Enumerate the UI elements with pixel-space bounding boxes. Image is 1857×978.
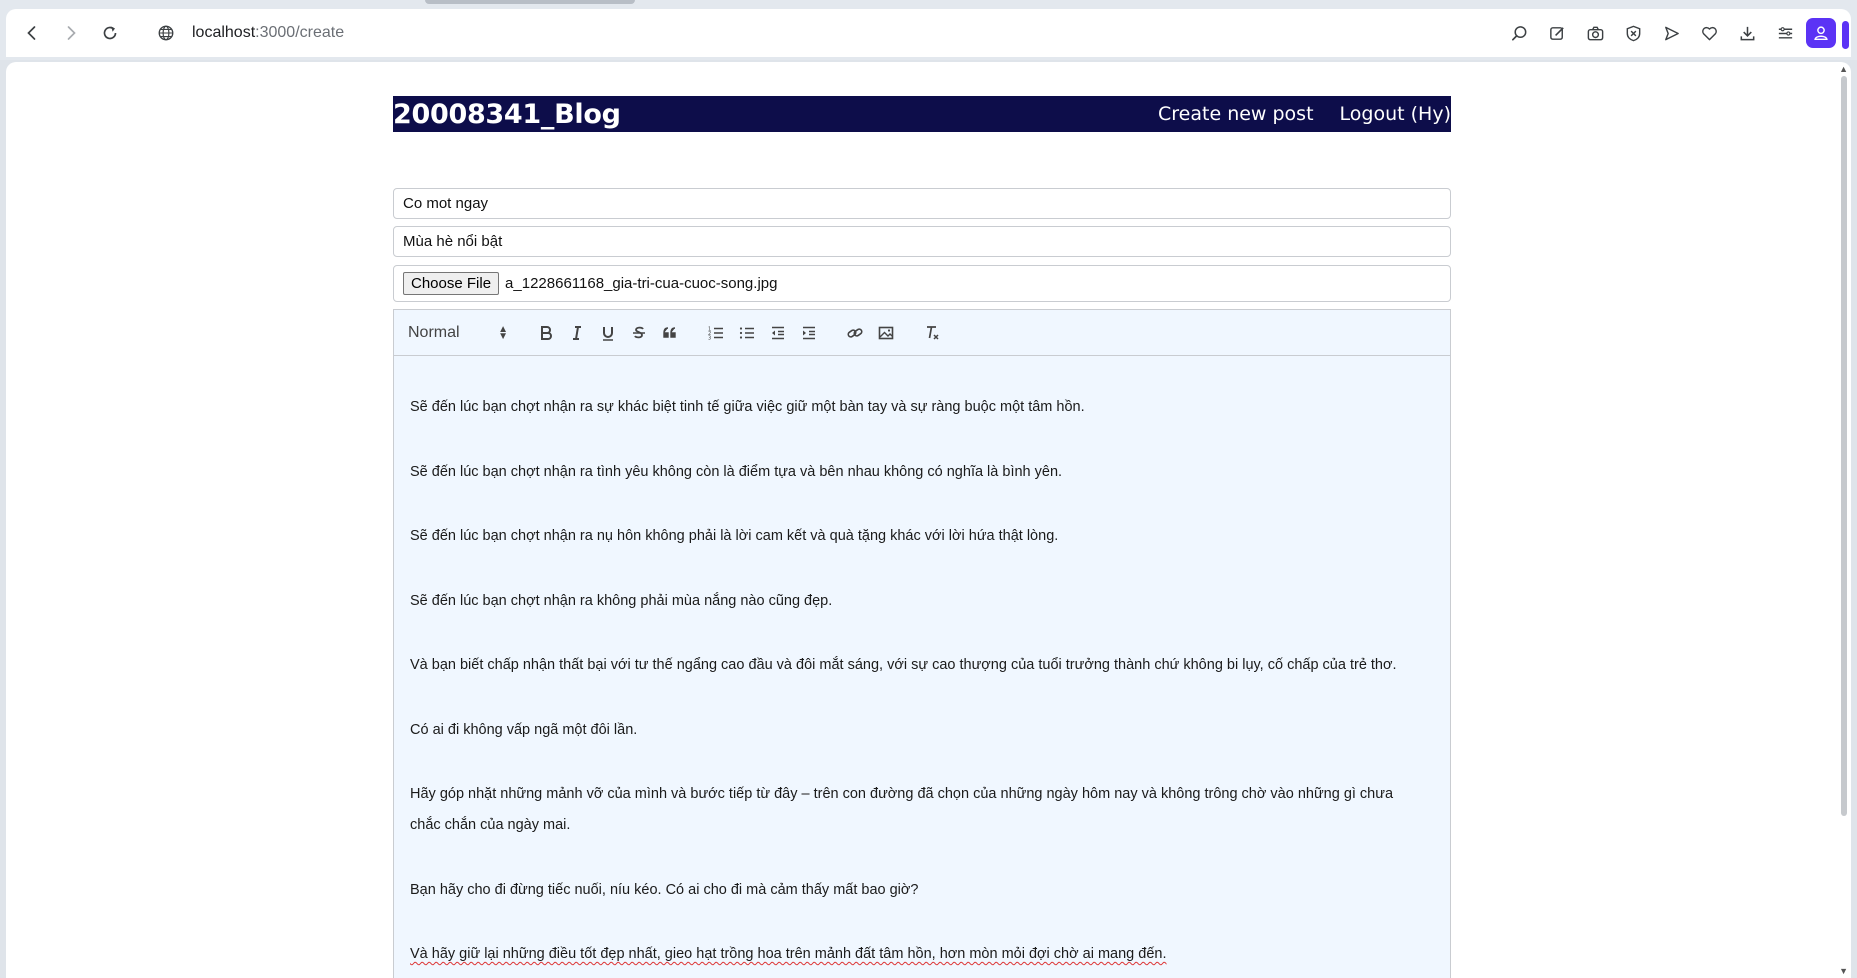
editor-paragraph: Bạn hãy cho đi đừng tiếc nuối, níu kéo. …	[410, 881, 919, 898]
header-picker-label: Normal	[408, 323, 460, 341]
link-button[interactable]	[841, 320, 869, 346]
file-name: a_1228661168_gia-tri-cua-cuoc-song.jpg	[505, 275, 778, 292]
browser-toolbar: localhost:3000/create	[6, 9, 1851, 57]
description-input-value: Mùa hè nổi bật	[403, 233, 503, 250]
url-host: localhost	[192, 24, 256, 41]
italic-icon	[573, 325, 581, 340]
header-picker[interactable]: Normal ▲ ▼	[408, 324, 508, 342]
underline-icon	[603, 326, 613, 341]
forward-button[interactable]	[57, 19, 85, 47]
title-input[interactable]: Co mot ngay	[393, 188, 1451, 219]
choose-file-button[interactable]: Choose File	[403, 272, 500, 295]
title-input-value: Co mot ngay	[403, 195, 489, 212]
browser-chrome: localhost:3000/create	[0, 0, 1857, 60]
bold-button[interactable]	[532, 320, 560, 346]
brand-title[interactable]: 20008341_Blog	[393, 99, 621, 130]
clean-button[interactable]	[918, 320, 946, 346]
editor-paragraph: Và hãy giữ lại những điều tốt đẹp nhất, …	[410, 946, 1167, 962]
back-button[interactable]	[18, 19, 46, 47]
bold-icon	[541, 325, 552, 340]
profile-button[interactable]	[1806, 18, 1836, 48]
shield-x-icon[interactable]	[1619, 19, 1647, 47]
italic-button[interactable]	[563, 320, 591, 346]
picker-arrows-icon: ▲ ▼	[498, 323, 508, 342]
indent-icon	[803, 326, 815, 339]
back-icon	[27, 26, 36, 40]
outdent-button[interactable]	[764, 320, 792, 346]
link-icon	[847, 327, 863, 338]
site-header: 20008341_Blog Create new post Logout (Hy…	[393, 96, 1451, 132]
image-button[interactable]	[872, 320, 900, 346]
indent-button[interactable]	[795, 320, 823, 346]
page-scrollbar[interactable]: ▲ ▼	[1835, 62, 1851, 978]
editor-paragraph: Sẽ đến lúc bạn chợt nhận ra sự khác biệt…	[410, 399, 1085, 415]
editor-paragraph: Có ai đi không vấp ngã một đôi lần.	[410, 721, 638, 738]
header-nav: Create new post Logout (Hy)	[1158, 103, 1451, 125]
address-bar[interactable]: localhost:3000/create	[146, 17, 1446, 49]
underline-button[interactable]	[594, 320, 622, 346]
active-tab-edge	[425, 0, 635, 4]
extension-icons	[1505, 19, 1799, 47]
reload-button[interactable]	[96, 19, 124, 47]
create-post-link[interactable]: Create new post	[1158, 103, 1314, 125]
strike-button[interactable]	[625, 320, 653, 346]
send-icon[interactable]	[1657, 19, 1685, 47]
description-input[interactable]: Mùa hè nổi bật	[393, 226, 1451, 257]
globe-icon	[154, 21, 178, 45]
profile-icon	[1814, 26, 1828, 41]
scroll-thumb[interactable]	[1841, 76, 1847, 816]
camera-icon[interactable]	[1581, 19, 1609, 47]
url-path: :3000/create	[255, 24, 345, 41]
rich-text-editor: Normal ▲ ▼ 123 Sẽ đến lúc bạn chợt nhận …	[393, 309, 1451, 978]
file-input[interactable]: Choose File a_1228661168_gia-tri-cua-cuo…	[393, 265, 1451, 302]
blockquote-button[interactable]	[656, 320, 684, 346]
editor-content[interactable]: Sẽ đến lúc bạn chợt nhận ra sự khác biệt…	[394, 356, 1450, 978]
bullet-list-icon	[739, 326, 754, 339]
heart-icon[interactable]	[1695, 19, 1723, 47]
image-icon	[878, 326, 894, 339]
menu-icon[interactable]	[1771, 19, 1799, 47]
clean-icon	[927, 325, 939, 340]
url-text: localhost:3000/create	[192, 24, 344, 42]
logout-link[interactable]: Logout (Hy)	[1340, 103, 1451, 125]
bullet-list-button[interactable]	[733, 320, 761, 346]
search-lens-icon[interactable]	[1505, 19, 1533, 47]
blockquote-icon	[663, 326, 676, 338]
page-viewport: 20008341_Blog Create new post Logout (Hy…	[6, 62, 1851, 978]
scroll-up-icon[interactable]: ▲	[1839, 64, 1848, 74]
editor-paragraph: Hãy góp nhặt những mảnh vỡ của mình và b…	[410, 786, 1394, 833]
ordered-list-button[interactable]: 123	[702, 320, 730, 346]
editor-paragraph: Sẽ đến lúc bạn chợt nhận ra nụ hôn không…	[410, 528, 1059, 544]
ordered-list-icon: 123	[708, 326, 723, 341]
reload-icon	[103, 26, 117, 40]
edit-icon[interactable]	[1543, 19, 1571, 47]
editor-paragraph: Sẽ đến lúc bạn chợt nhận ra không phải m…	[410, 592, 833, 609]
scroll-down-icon[interactable]: ▼	[1839, 966, 1848, 976]
strike-icon	[633, 326, 645, 338]
sidebar-toggle[interactable]	[1842, 21, 1849, 49]
download-icon[interactable]	[1733, 19, 1761, 47]
outdent-icon	[772, 326, 784, 339]
forward-icon	[67, 26, 76, 40]
editor-paragraph: Và bạn biết chấp nhận thất bại với tư th…	[410, 657, 1397, 673]
editor-toolbar: Normal ▲ ▼ 123	[394, 310, 1450, 356]
svg-text:3: 3	[708, 335, 711, 341]
editor-paragraph: Sẽ đến lúc bạn chợt nhận ra tình yêu khô…	[410, 463, 1063, 480]
